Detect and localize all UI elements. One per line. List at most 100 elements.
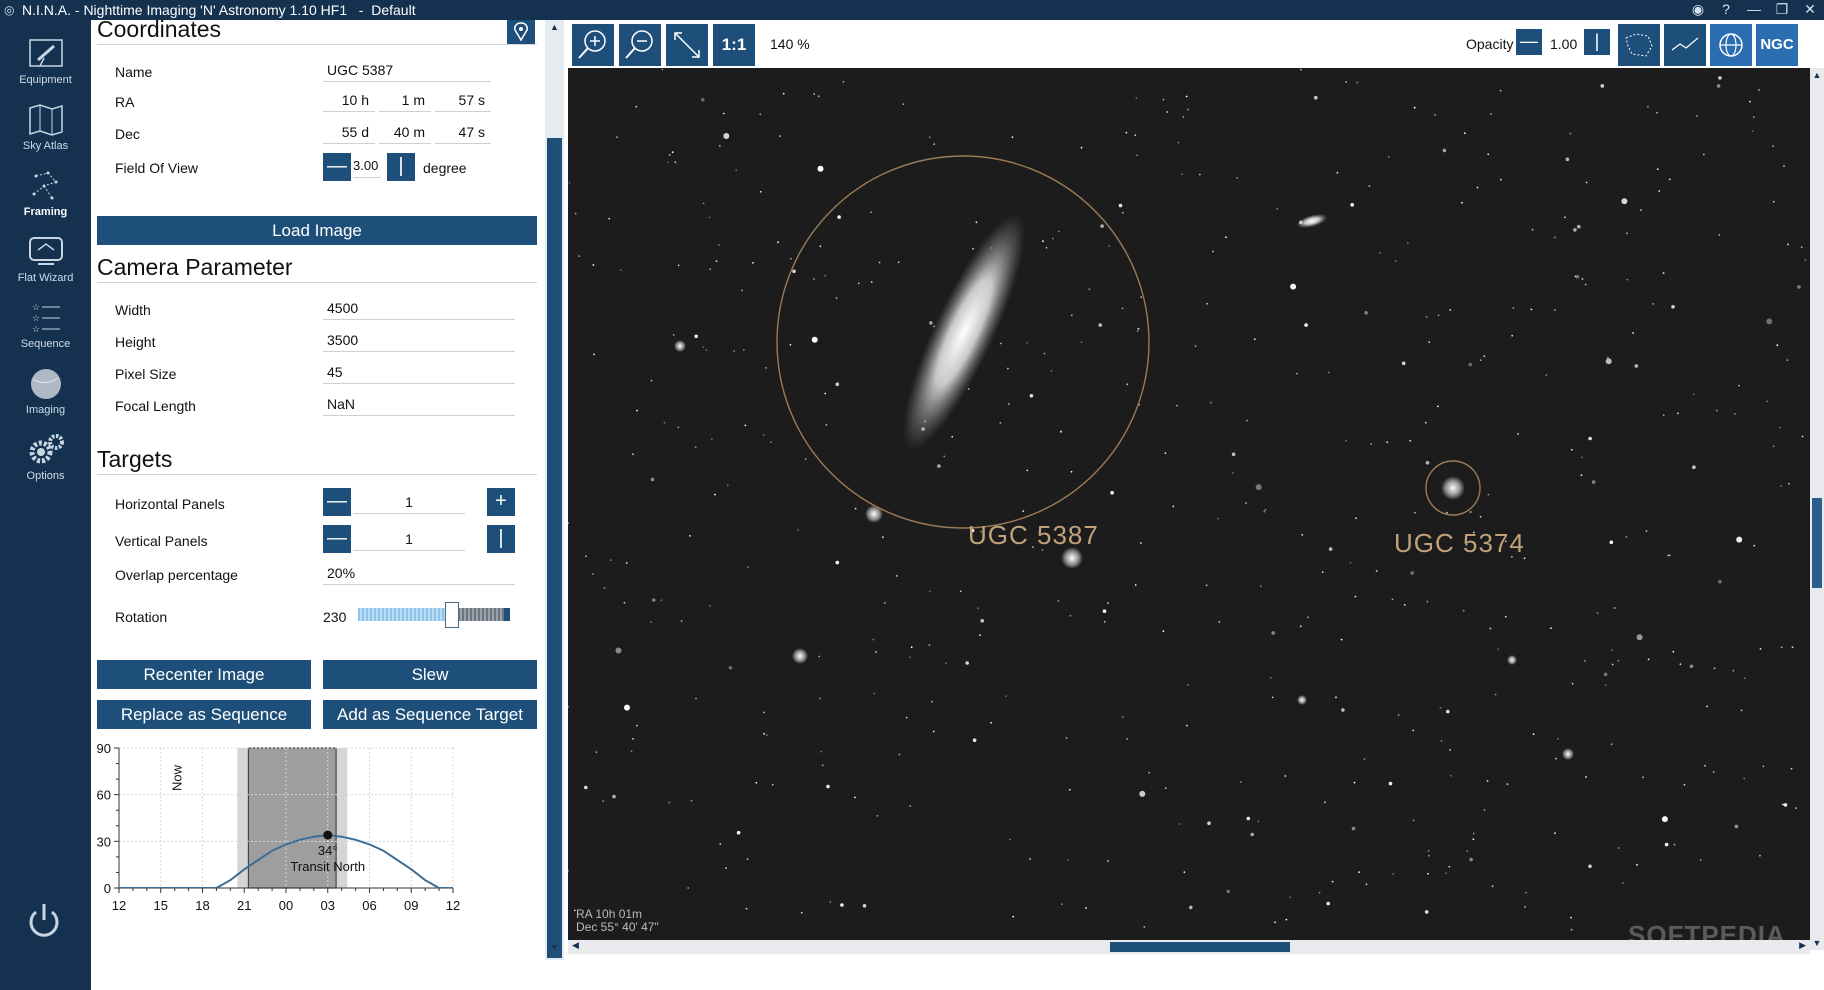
dec-seconds-input[interactable]: 47 s [435,122,491,144]
ngc-toggle-button[interactable]: NGC [1756,24,1798,66]
image-horizontal-scrollbar[interactable]: ◀ ▶ [568,940,1810,954]
scrollbar-thumb[interactable] [1110,942,1290,952]
load-image-button[interactable]: Load Image [97,216,537,245]
dec-degrees-input[interactable]: 55 d [323,122,375,144]
svg-text:☆: ☆ [32,313,40,323]
x-tick-label: 00 [279,898,293,913]
rotation-slider[interactable] [358,608,510,621]
eye-icon[interactable]: ◉ [1684,0,1712,20]
opacity-value[interactable]: 1.00 [1550,36,1577,52]
constellation-lines-button[interactable] [1618,24,1660,66]
opacity-increment-button[interactable]: | [1584,29,1610,55]
fov-unit: degree [423,160,467,176]
one-to-one-button[interactable]: 1:1 [713,24,755,66]
scroll-right-arrow[interactable]: ▶ [1799,940,1806,951]
nav-label: Sequence [20,338,71,350]
add-as-sequence-target-button[interactable]: Add as Sequence Target [323,700,537,729]
dec-label: Dec [115,126,140,142]
panel-scrollbar[interactable]: ▲ ▼ [545,20,564,960]
chart-line-icon [1671,37,1699,51]
minimize-button[interactable]: — [1740,0,1768,20]
fit-to-window-button[interactable] [666,24,708,66]
x-tick-label: 09 [404,898,418,913]
dec-minutes-input[interactable]: 40 m [379,122,431,144]
help-button[interactable]: ? [1712,0,1740,20]
pixel-size-input[interactable]: 45 [323,362,515,384]
hpanels-input[interactable]: 1 [353,492,465,514]
svg-text:☆: ☆ [32,302,40,312]
zoom-in-icon [578,30,606,59]
maximize-button[interactable]: ❐ [1768,0,1796,20]
altitude-chart: 906030012 15 18 21 00 03 06 09 12Now34°Transit N… [97,741,461,913]
height-label: Height [115,334,156,350]
x-tick-label: 12 [112,898,126,913]
vpanels-input[interactable]: 1 [353,529,465,551]
globe-button[interactable] [1710,24,1752,66]
width-input[interactable]: 4500 [323,298,515,320]
slew-button[interactable]: Slew [323,660,537,689]
nav-label: Imaging [25,404,66,416]
location-pin-button[interactable] [507,20,535,44]
transit-label: Transit North [290,859,365,874]
x-tick-label: 21 [237,898,251,913]
nav-label: Options [26,470,65,482]
power-icon[interactable] [24,900,64,940]
recenter-image-button[interactable]: Recenter Image [97,660,311,689]
rotation-slider-thumb[interactable] [445,602,459,628]
y-tick-label: 60 [97,788,111,803]
vpanels-decrement-button[interactable]: — [323,525,351,553]
scrollbar-thumb[interactable] [1812,498,1822,588]
nav-item-equipment[interactable]: Equipment [0,36,91,102]
fov-increment-button[interactable]: | [387,153,415,181]
nav-item-framing[interactable]: Framing [0,168,91,234]
scroll-down-arrow[interactable]: ▼ [1810,938,1824,948]
hpanels-decrement-button[interactable]: — [323,488,351,516]
fov-input[interactable]: 3.00 [353,156,381,178]
target-label-ugc5374: UGC 5374 [1394,528,1525,558]
opacity-decrement-button[interactable]: — [1516,29,1542,55]
zoom-out-button[interactable] [619,24,661,66]
ra-seconds-input[interactable]: 57 s [435,90,491,112]
scrollbar-thumb[interactable] [547,138,562,958]
ra-minutes-input[interactable]: 1 m [379,90,431,112]
sky-image[interactable]: UGC 5387 UGC 5374 RA 10h 01m Dec 55° 40'… [568,68,1810,940]
scroll-up-arrow[interactable]: ▲ [1810,70,1824,80]
window-controls: ◉ ? — ❐ ✕ [1684,0,1824,20]
app-icon: ◎ [4,3,15,17]
scroll-down-arrow[interactable]: ▼ [545,942,564,958]
vertical-panels-label: Vertical Panels [115,533,208,549]
overlap-input[interactable]: 20% [323,563,515,585]
vpanels-increment-button[interactable]: | [487,525,515,553]
zoom-level: 140 % [770,36,810,52]
fov-decrement-button[interactable]: — [323,153,351,181]
constellation-icon [32,171,57,200]
name-input[interactable]: UGC 5387 [323,60,491,82]
name-label: Name [115,64,153,80]
close-button[interactable]: ✕ [1796,0,1824,20]
focal-length-input[interactable]: NaN [323,394,515,416]
cursor-coordinates: RA 10h 01m Dec 55° 40' 47" [576,908,659,934]
nav-item-options[interactable]: Options [0,432,91,498]
scroll-left-arrow[interactable]: ◀ [572,940,579,951]
nav-item-sequence[interactable]: ☆ ☆ ☆ Sequence [0,300,91,366]
constellation-boundary-icon [1625,33,1653,57]
grid-toggle-button[interactable] [1664,24,1706,66]
image-vertical-scrollbar[interactable]: ▲ ▼ [1810,68,1824,950]
fit-icon [674,32,700,58]
hpanels-increment-button[interactable]: + [487,488,515,516]
nav-item-sky-atlas[interactable]: Sky Atlas [0,102,91,168]
flat-panel-icon [28,237,63,265]
overlap-label: Overlap percentage [115,567,238,583]
nav-label: Equipment [19,74,72,86]
camera-parameter-title: Camera Parameter [97,254,293,280]
telescope-icon [28,39,63,67]
scroll-up-arrow[interactable]: ▲ [545,22,564,38]
height-input[interactable]: 3500 [323,330,515,352]
target-label-ugc5387: UGC 5387 [968,520,1099,550]
globe-icon [1719,33,1743,57]
ra-hours-input[interactable]: 10 h [323,90,375,112]
nav-item-imaging[interactable]: Imaging [0,366,91,432]
nav-item-flat-wizard[interactable]: Flat Wizard [0,234,91,300]
replace-as-sequence-button[interactable]: Replace as Sequence [97,700,311,729]
zoom-in-button[interactable] [572,24,614,66]
